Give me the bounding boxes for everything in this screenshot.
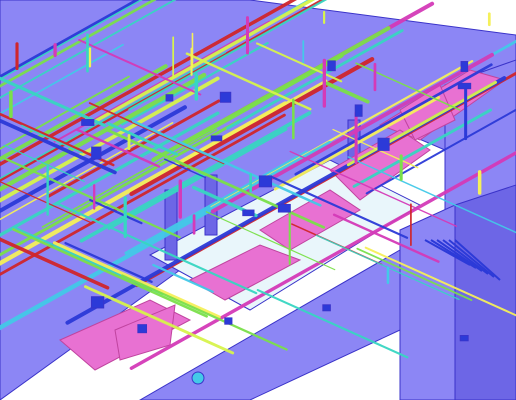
fitting [327,60,336,72]
mep-model-render[interactable] [0,0,516,400]
fitting [242,209,255,217]
fitting [90,296,105,309]
fitting [459,335,469,342]
fitting [165,94,174,102]
valve [191,371,205,385]
fitting [457,82,472,90]
fitting [377,137,390,151]
fitting [224,317,233,325]
fitting [219,91,232,103]
fitting [210,135,223,142]
fitting [137,324,148,334]
fitting [354,104,363,117]
fitting [322,304,331,312]
model-viewport[interactable] [0,0,516,400]
fitting [81,119,95,126]
fitting [258,175,273,188]
fitting [91,146,102,160]
right-tower-front [399,204,456,400]
fitting [277,203,291,213]
fitting [460,61,469,72]
